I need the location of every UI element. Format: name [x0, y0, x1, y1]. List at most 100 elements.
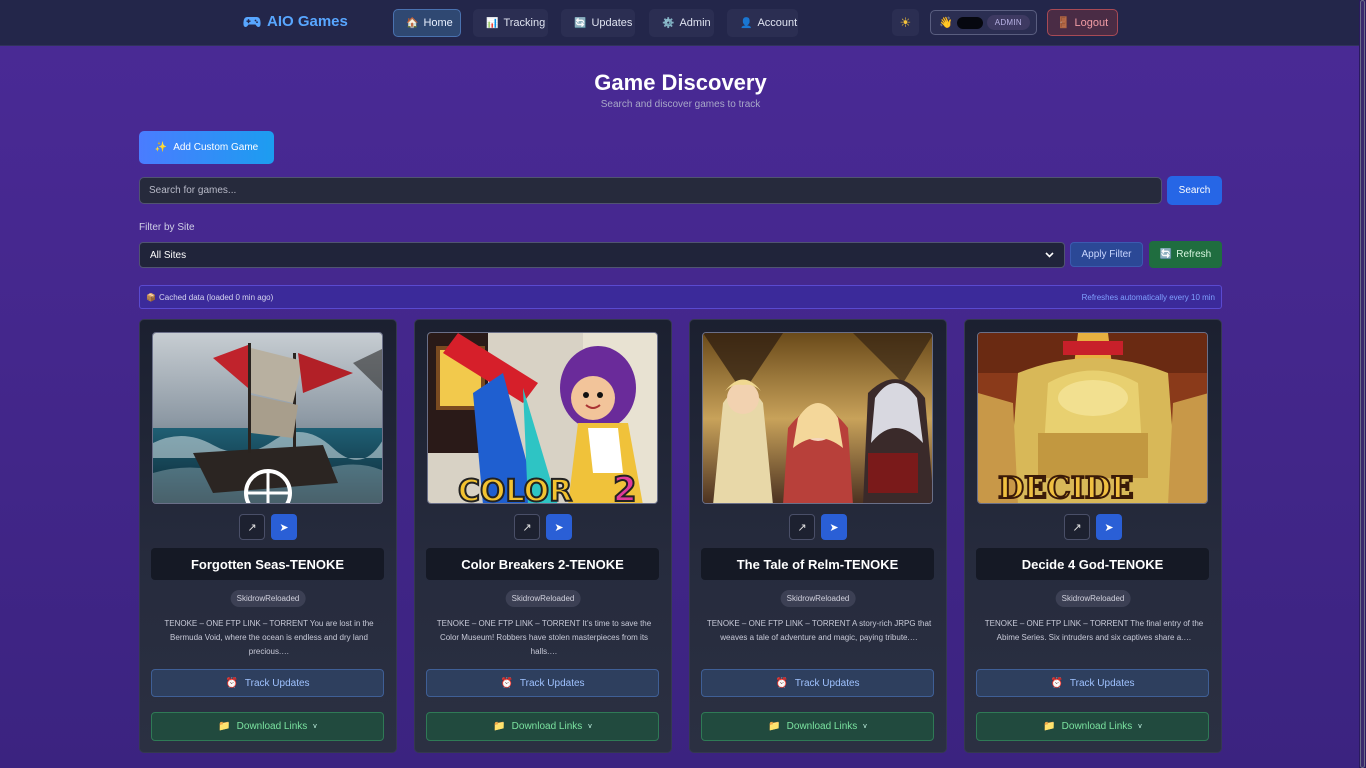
package-icon: 📦: [146, 292, 156, 302]
theme-toggle-button[interactable]: ☀: [892, 9, 919, 36]
telegram-icon: ➤: [554, 521, 564, 534]
chevron-down-icon: [1045, 252, 1054, 258]
game-thumbnail[interactable]: [702, 332, 933, 504]
game-thumbnail[interactable]: [152, 332, 383, 504]
nav-account[interactable]: 👤 Account: [727, 9, 798, 37]
game-card: DECIDE ↗ ➤ Decide 4 God-TENOKE SkidrowRe…: [964, 319, 1222, 753]
apply-filter-button[interactable]: Apply Filter: [1070, 242, 1143, 267]
folder-icon: 📁: [218, 721, 231, 732]
scrollbar-thumb[interactable]: [1360, 0, 1365, 768]
page-scrollbar[interactable]: [1359, 0, 1366, 768]
cache-status: 📦 Cached data (loaded 0 min ago): [146, 293, 273, 302]
auto-refresh-note: Refreshes automatically every 10 min: [1081, 292, 1215, 302]
track-updates-button[interactable]: ⏰ Track Updates: [151, 669, 384, 697]
nav-updates[interactable]: 🔄 Updates: [561, 9, 635, 37]
game-description: TENOKE – ONE FTP LINK – TORRENT A story-…: [706, 619, 932, 642]
nav-tracking-label: Tracking: [503, 17, 546, 29]
download-links-button[interactable]: 📁 Download Links v: [151, 712, 384, 741]
game-description: TENOKE – ONE FTP LINK – TORRENT It’s tim…: [436, 619, 652, 656]
track-updates-label: Track Updates: [794, 677, 860, 689]
game-thumbnail[interactable]: COLOR 2: [427, 332, 658, 504]
track-updates-button[interactable]: ⏰ Track Updates: [976, 669, 1209, 697]
filter-label: Filter by Site: [139, 222, 195, 233]
refresh-icon: 🔄: [574, 17, 587, 29]
external-link-button[interactable]: ↗: [239, 514, 265, 540]
source-badge: SkidrowReloaded: [1055, 590, 1131, 607]
track-updates-button[interactable]: ⏰ Track Updates: [426, 669, 659, 697]
cache-status-text: Cached data (loaded 0 min ago): [158, 292, 274, 302]
telegram-button[interactable]: ➤: [271, 514, 297, 540]
track-updates-button[interactable]: ⏰ Track Updates: [701, 669, 934, 697]
nav-updates-label: Updates: [591, 17, 633, 29]
track-updates-label: Track Updates: [244, 677, 310, 689]
telegram-icon: ➤: [829, 521, 839, 534]
folder-icon: 📁: [493, 721, 506, 732]
telegram-icon: ➤: [1104, 521, 1114, 534]
alarm-clock-icon: ⏰: [1050, 677, 1063, 689]
game-description: TENOKE – ONE FTP LINK – TORRENT You are …: [164, 619, 374, 656]
download-links-button[interactable]: 📁 Download Links v: [701, 712, 934, 741]
game-description: TENOKE – ONE FTP LINK – TORRENT The fina…: [984, 619, 1204, 642]
brand-logo[interactable]: AIO Games: [243, 13, 348, 30]
sun-icon: ☀: [899, 14, 912, 30]
page-subtitle: Search and discover games to track: [600, 99, 761, 110]
refresh-button[interactable]: 🔄 Refresh: [1149, 241, 1222, 268]
game-thumbnail[interactable]: DECIDE: [977, 332, 1208, 504]
card-action-icons: ↗ ➤: [690, 514, 946, 540]
logout-button[interactable]: 🚪 Logout: [1047, 9, 1118, 36]
download-links-button[interactable]: 📁 Download Links v: [426, 712, 659, 741]
nav-account-label: Account: [757, 17, 798, 29]
svg-text:DECIDE: DECIDE: [998, 471, 1134, 504]
cartoon-artwork: COLOR 2: [428, 333, 657, 504]
refresh-icon: 🔄: [1159, 249, 1173, 260]
home-icon: 🏠: [406, 17, 419, 29]
add-custom-game-label: Add Custom Game: [173, 142, 259, 153]
external-link-icon: ↗: [247, 521, 257, 534]
game-card: COLOR 2 ↗ ➤ Color Breakers 2-TENOKE Skid…: [414, 319, 672, 753]
site-filter-value: All Sites: [150, 249, 187, 261]
nav-home-label: Home: [423, 17, 453, 29]
role-badge: ADMIN: [986, 15, 1030, 30]
caret-down-icon: v: [588, 723, 592, 730]
gamepad-icon: [243, 16, 261, 27]
refresh-label: Refresh: [1176, 249, 1212, 260]
nav-home[interactable]: 🏠 Home: [393, 9, 461, 37]
chart-icon: 📊: [486, 17, 499, 29]
download-links-button[interactable]: 📁 Download Links v: [976, 712, 1209, 741]
telegram-button[interactable]: ➤: [1096, 514, 1122, 540]
search-input[interactable]: [139, 177, 1162, 204]
search-button[interactable]: Search: [1167, 176, 1222, 205]
game-title: Decide 4 God-TENOKE: [976, 548, 1209, 580]
add-custom-game-button[interactable]: ✨ Add Custom Game: [139, 131, 274, 164]
brand-name: AIO Games: [267, 13, 348, 30]
track-updates-label: Track Updates: [519, 677, 585, 689]
external-link-button[interactable]: ↗: [789, 514, 815, 540]
folder-icon: 📁: [768, 721, 781, 732]
user-menu[interactable]: 👋 ADMIN: [930, 10, 1037, 35]
external-link-button[interactable]: ↗: [1064, 514, 1090, 540]
cache-status-bar: 📦 Cached data (loaded 0 min ago) Refresh…: [139, 285, 1222, 309]
download-links-label: Download Links: [511, 721, 583, 732]
site-filter-select[interactable]: All Sites: [139, 242, 1065, 268]
ship-artwork: [153, 333, 382, 503]
alarm-clock-icon: ⏰: [775, 677, 788, 689]
top-navbar: AIO Games 🏠 Home 📊 Tracking 🔄 Updates ⚙️…: [0, 0, 1359, 46]
nav-tracking[interactable]: 📊 Tracking: [473, 9, 548, 37]
game-title: Color Breakers 2-TENOKE: [426, 548, 659, 580]
nav-admin[interactable]: ⚙️ Admin: [649, 9, 714, 37]
track-updates-label: Track Updates: [1069, 677, 1135, 689]
telegram-button[interactable]: ➤: [546, 514, 572, 540]
svg-text:COLOR: COLOR: [458, 474, 572, 504]
throne-artwork: DECIDE: [978, 333, 1207, 504]
download-links-label: Download Links: [1061, 721, 1133, 732]
telegram-button[interactable]: ➤: [821, 514, 847, 540]
card-action-icons: ↗ ➤: [415, 514, 671, 540]
external-link-button[interactable]: ↗: [514, 514, 540, 540]
folder-icon: 📁: [1043, 721, 1056, 732]
gear-icon: ⚙️: [662, 17, 675, 29]
nav-admin-label: Admin: [679, 17, 711, 29]
sparkles-icon: ✨: [154, 142, 168, 153]
download-links-label: Download Links: [236, 721, 308, 732]
game-card: ↗ ➤ Forgotten Seas-TENOKE SkidrowReloade…: [139, 319, 397, 753]
wave-icon: 👋: [939, 17, 953, 29]
